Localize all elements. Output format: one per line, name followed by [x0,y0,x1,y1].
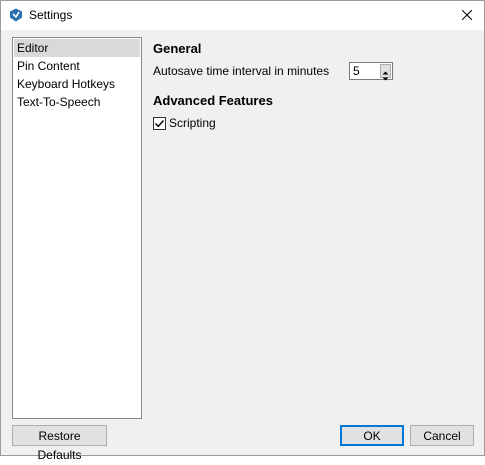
settings-category-list[interactable]: Editor Pin Content Keyboard Hotkeys Text… [12,37,142,419]
sidebar-item-keyboard-hotkeys[interactable]: Keyboard Hotkeys [14,75,140,93]
sidebar-item-pin-content[interactable]: Pin Content [14,57,140,75]
advanced-features-heading: Advanced Features [153,93,273,108]
settings-window: Settings Editor Pin Content Keyboard Hot… [0,0,485,462]
autosave-value[interactable]: 5 [353,64,360,78]
scripting-label[interactable]: Scripting [169,116,216,130]
scripting-checkbox[interactable] [153,117,166,130]
app-logo-icon [9,8,23,22]
autosave-label: Autosave time interval in minutes [153,64,330,78]
window-title: Settings [29,8,73,22]
sidebar-item-editor[interactable]: Editor [14,39,140,57]
sidebar-item-text-to-speech[interactable]: Text-To-Speech [14,93,140,111]
restore-defaults-button[interactable]: Restore Defaults [12,425,107,462]
autosave-interval-stepper[interactable]: 5 [349,62,393,81]
ok-button[interactable]: OK [340,425,404,446]
title-bar: Settings [1,1,484,30]
cancel-button[interactable]: Cancel [410,425,474,446]
close-button[interactable] [450,1,484,30]
spin-buttons [380,64,391,81]
close-icon [461,9,473,23]
arrow-down-icon[interactable] [382,71,389,81]
general-heading: General [153,41,202,56]
